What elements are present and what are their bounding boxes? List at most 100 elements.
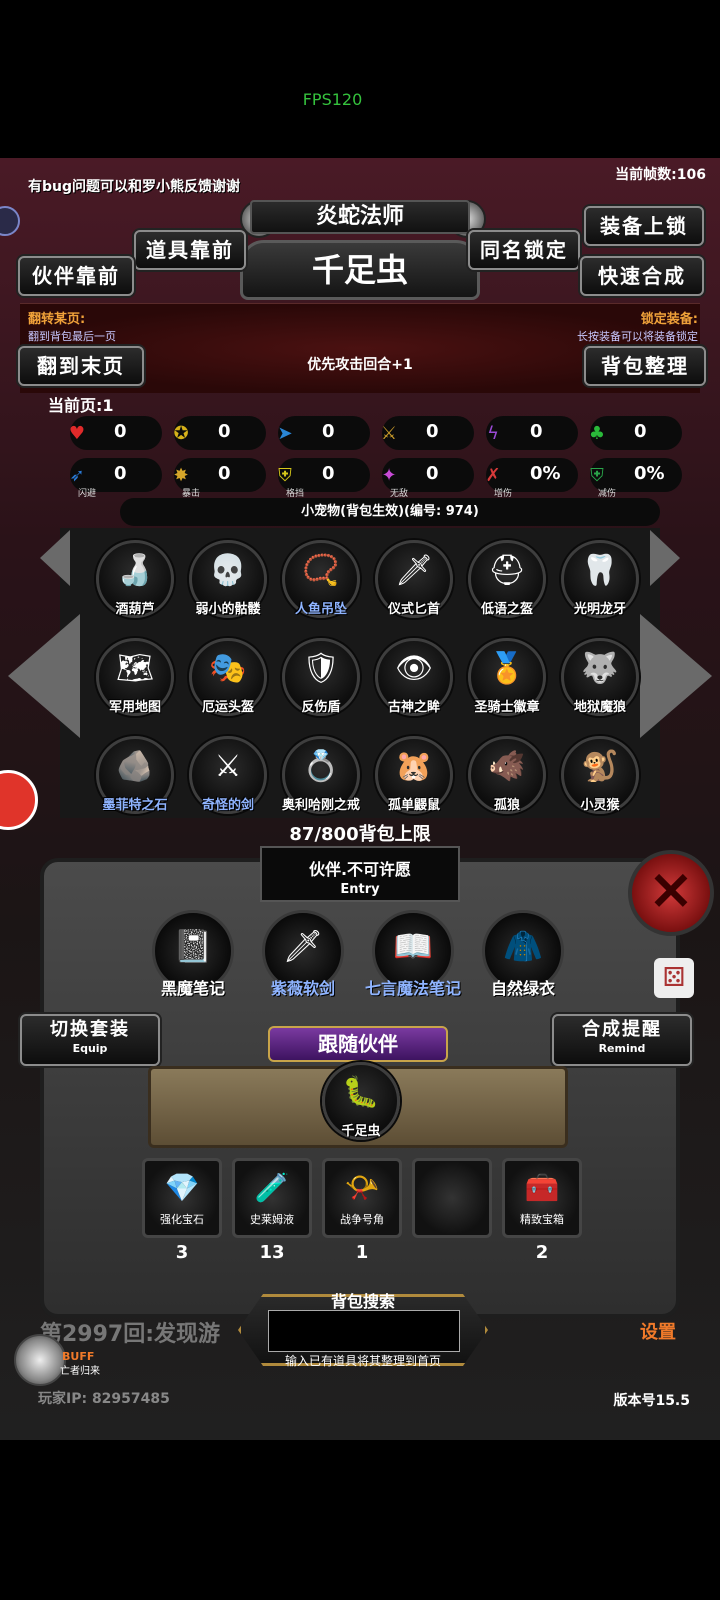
bag-item[interactable]: 👁 古神之眸	[375, 638, 453, 716]
bag-capacity: 87/800背包上限	[289, 824, 431, 845]
consumable-name: 精致宝箱	[520, 1213, 564, 1226]
flip-to-last-button[interactable]: 翻到末页	[18, 346, 144, 386]
search-input[interactable]	[268, 1310, 460, 1352]
item-icon: 🦷	[581, 553, 619, 588]
clover-icon: ♣	[588, 422, 606, 444]
priority-text: 优先攻击回合+1	[307, 357, 413, 373]
merge-remind-button[interactable]: 合成提醒 Remind	[552, 1014, 692, 1066]
lightning-icon: ϟ	[487, 422, 499, 444]
fps-counter: FPS120	[302, 90, 363, 109]
consumable-name: 战争号角	[340, 1213, 384, 1226]
next-page-small-arrow[interactable]	[650, 530, 680, 586]
consumable-count: 2	[535, 1242, 549, 1263]
heart-icon: ♥	[68, 422, 86, 444]
consumable-count: 3	[175, 1242, 189, 1263]
bag-item[interactable]: 🛡 反伤盾	[282, 638, 360, 716]
bag-item[interactable]: ⚔ 奇怪的剑	[189, 736, 267, 814]
quick-merge-button[interactable]: 快速合成	[580, 256, 704, 296]
item-icon: 🛡	[301, 651, 341, 686]
equipment-slot[interactable]: 🗡 紫薇软剑	[262, 910, 344, 998]
player-ip: 玩家IP: 82957485	[38, 1391, 170, 1407]
consumable-slot[interactable]: 📯 战争号角	[322, 1158, 402, 1238]
consumable-count: 1	[355, 1242, 369, 1263]
consumables-row: 💎 强化宝石 3 🧪 史莱姆液 13 📯 战争号角 1 🧰 精致宝箱 2	[140, 1158, 600, 1268]
item-name: 小灵猴	[580, 798, 620, 813]
bag-item[interactable]: 💍 奥利哈刚之戒	[282, 736, 360, 814]
equipment-row: 📓 黑魔笔记 🗡 紫薇软剑 📖 七言魔法笔记 🧥 自然绿衣	[148, 910, 578, 1020]
switch-set-label: 切换套装	[50, 1019, 130, 1040]
search-title: 背包搜索	[330, 1292, 395, 1311]
consumable-slot[interactable]	[412, 1158, 492, 1238]
consumable-count: 13	[259, 1242, 285, 1263]
consumable-icon: 🧪	[254, 1171, 290, 1204]
follow-partner-button[interactable]: 跟随伙伴	[268, 1026, 448, 1062]
equip-lock-button[interactable]: 装备上锁	[584, 206, 704, 246]
bag-item[interactable]: 📿 人鱼吊坠	[282, 540, 360, 618]
bag-item[interactable]: 🗺 军用地图	[96, 638, 174, 716]
follow-pet-slot[interactable]: 🐛 千足虫	[322, 1062, 400, 1140]
stat-value: 0	[634, 421, 647, 442]
dice-icon[interactable]: ⚄	[654, 958, 694, 998]
switch-set-button[interactable]: 切换套装 Equip	[20, 1014, 160, 1066]
bag-item[interactable]: 🪨 墨菲特之石	[96, 736, 174, 814]
item-name: 反伤盾	[301, 700, 341, 715]
equipment-name: 自然绿衣	[490, 979, 555, 998]
bag-item[interactable]: 🐗 孤狼	[468, 736, 546, 814]
partner-name: 千足虫	[240, 240, 480, 300]
close-button[interactable]: ×	[628, 850, 714, 936]
armor-icon: ✪	[173, 422, 189, 444]
stat-value: 0	[218, 463, 231, 484]
buff-sub: 亡者归来	[60, 1366, 100, 1377]
bag-item[interactable]: 🎭 厄运头盔	[189, 638, 267, 716]
bag-item[interactable]: 🐺 地狱魔狼	[561, 638, 639, 716]
stat-pill: ➶ 0 闪避	[69, 458, 162, 499]
bag-item[interactable]: 🍶 酒葫芦	[96, 540, 174, 618]
bag-sort-button[interactable]: 背包整理	[584, 346, 706, 386]
stat-value: 0	[114, 463, 127, 484]
item-name: 弱小的骷髅	[195, 602, 261, 617]
equipment-slot[interactable]: 📖 七言魔法笔记	[365, 910, 461, 998]
stat-value: 0	[322, 463, 335, 484]
setting-button[interactable]: 设置	[640, 1318, 676, 1344]
same-name-lock-button[interactable]: 同名锁定	[468, 230, 580, 270]
item-name: 人鱼吊坠	[294, 602, 347, 617]
equipment-icon: 📖	[393, 927, 433, 965]
bag-item[interactable]: ⛑ 低语之盔	[468, 540, 546, 618]
next-page-arrow[interactable]	[640, 614, 712, 738]
bag-item[interactable]: 🗡 仪式匕首	[375, 540, 453, 618]
flip-page-title: 翻转某页:	[28, 312, 86, 327]
item-name: 仪式匕首	[387, 602, 440, 617]
equipment-slot[interactable]: 🧥 自然绿衣	[482, 910, 564, 998]
stat-value: 0	[530, 421, 543, 442]
item-name: 奇怪的剑	[201, 798, 254, 813]
consumable-slot[interactable]: 🧰 精致宝箱	[502, 1158, 582, 1238]
item-name: 军用地图	[108, 700, 161, 715]
equipment-slot[interactable]: 📓 黑魔笔记	[152, 910, 234, 998]
item-icon: 💀	[209, 553, 247, 588]
consumable-slot[interactable]: 🧪 史莱姆液	[232, 1158, 312, 1238]
buff-skull-icon[interactable]	[14, 1334, 66, 1386]
equipment-name: 紫薇软剑	[270, 979, 335, 998]
follow-pet-glyph: 🐛	[342, 1075, 380, 1110]
equipment-name: 七言魔法笔记	[364, 979, 461, 998]
items-front-button[interactable]: 道具靠前	[134, 230, 246, 270]
bag-item[interactable]: 💀 弱小的骷髅	[189, 540, 267, 618]
bag-item[interactable]: 🏅 圣骑士徽章	[468, 638, 546, 716]
bag-item[interactable]: 🐒 小灵猴	[561, 736, 639, 814]
boot-icon: ➤	[277, 422, 293, 444]
stat-pill: ➤ 0	[277, 416, 370, 450]
consumable-icon: 🧰	[524, 1171, 560, 1204]
stat-value: 0	[426, 421, 439, 442]
consumable-slot[interactable]: 💎 强化宝石	[142, 1158, 222, 1238]
item-icon: 🏅	[488, 651, 526, 686]
merge-remind-label: 合成提醒	[582, 1019, 662, 1040]
bag-item[interactable]: 🐹 孤单鼹鼠	[375, 736, 453, 814]
prev-page-small-arrow[interactable]	[40, 530, 70, 586]
entry-sub: Entry	[340, 882, 380, 897]
merge-remind-sub: Remind	[598, 1042, 646, 1055]
left-edge-badge[interactable]	[0, 206, 20, 236]
prev-page-arrow[interactable]	[8, 614, 80, 738]
partner-front-button[interactable]: 伙伴靠前	[18, 256, 134, 296]
bag-item[interactable]: 🦷 光明龙牙	[561, 540, 639, 618]
stat-pill: ✪ 0	[173, 416, 266, 450]
